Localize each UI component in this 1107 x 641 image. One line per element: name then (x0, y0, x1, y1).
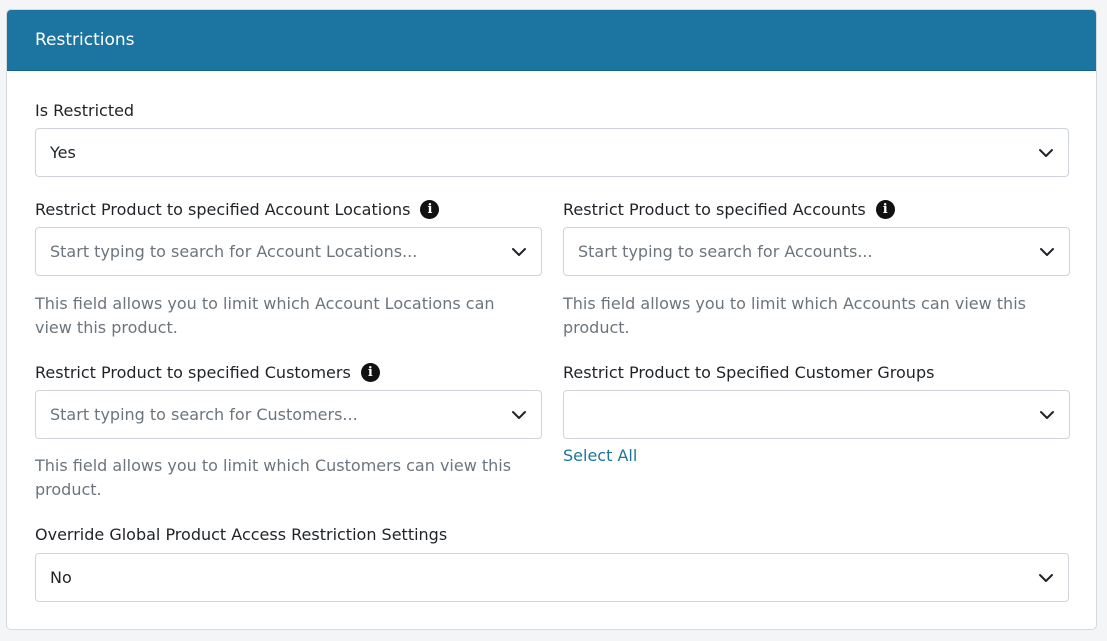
account-locations-help: This field allows you to limit which Acc… (35, 294, 495, 337)
chevron-down-icon (1038, 145, 1054, 161)
select-all-link[interactable]: Select All (563, 446, 637, 465)
accounts-label-text: Restrict Product to specified Accounts (563, 200, 866, 219)
accounts-help: This field allows you to limit which Acc… (563, 294, 1026, 337)
account-locations-select[interactable]: Start typing to search for Account Locat… (35, 227, 542, 276)
is-restricted-label-text: Is Restricted (35, 101, 135, 120)
customers-label: Restrict Product to specified Customers … (35, 363, 380, 382)
override-label: Override Global Product Access Restricti… (35, 525, 447, 544)
override-select[interactable]: No (35, 553, 1069, 602)
chevron-down-icon (1039, 244, 1055, 260)
customers-help: This field allows you to limit which Cus… (35, 456, 512, 499)
accounts-select[interactable]: Start typing to search for Accounts... (563, 227, 1070, 276)
override-value: No (50, 568, 72, 587)
customers-placeholder: Start typing to search for Customers... (50, 405, 358, 424)
panel-header: Restrictions (7, 10, 1096, 71)
info-icon[interactable]: i (875, 200, 895, 219)
account-locations-label-text: Restrict Product to specified Account Lo… (35, 200, 411, 219)
chevron-down-icon (1038, 570, 1054, 586)
account-locations-label: Restrict Product to specified Account Lo… (35, 200, 440, 219)
info-icon[interactable]: i (360, 363, 380, 382)
is-restricted-select[interactable]: Yes (35, 128, 1069, 177)
is-restricted-value: Yes (50, 143, 76, 162)
override-label-text: Override Global Product Access Restricti… (35, 525, 448, 544)
customers-label-text: Restrict Product to specified Customers (35, 363, 351, 382)
restrictions-panel: Restrictions Is Restricted Yes Restrict … (6, 9, 1097, 630)
customers-select[interactable]: Start typing to search for Customers... (35, 390, 542, 439)
customer-groups-label: Restrict Product to Specified Customer G… (563, 363, 934, 382)
accounts-placeholder: Start typing to search for Accounts... (578, 242, 873, 261)
customer-groups-select[interactable] (563, 390, 1070, 439)
panel-title: Restrictions (35, 30, 135, 50)
chevron-down-icon (1039, 407, 1055, 423)
is-restricted-label: Is Restricted (35, 101, 134, 120)
chevron-down-icon (511, 407, 527, 423)
info-icon[interactable]: i (420, 200, 440, 219)
customer-groups-label-text: Restrict Product to Specified Customer G… (563, 363, 935, 382)
account-locations-placeholder: Start typing to search for Account Locat… (50, 242, 418, 261)
accounts-label: Restrict Product to specified Accounts i (563, 200, 895, 219)
chevron-down-icon (511, 244, 527, 260)
